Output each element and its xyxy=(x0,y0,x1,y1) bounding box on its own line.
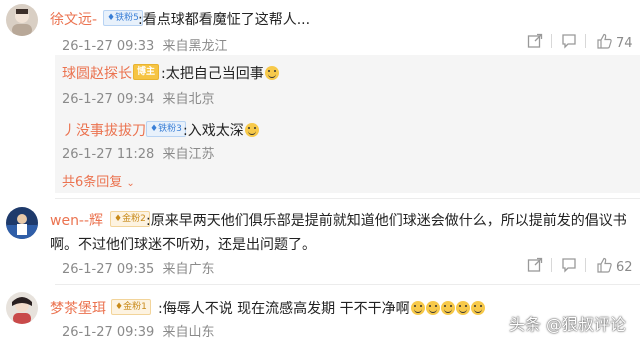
gold-fan-badge: ♦金粉1 xyxy=(111,299,151,315)
comment-username[interactable]: wen--辉 xyxy=(50,210,103,230)
avatar[interactable] xyxy=(6,292,38,324)
like-icon[interactable] xyxy=(596,33,612,49)
chevron-down-icon: ⌄ xyxy=(126,178,135,189)
reply-location: 来自北京 xyxy=(162,92,215,107)
comment-text: 啊。不过他们球迷不听劝，还是出问题了。 xyxy=(50,237,316,253)
badge-label: 铁粉3 xyxy=(158,124,182,134)
reply-text-content: :入戏太深 xyxy=(183,123,244,139)
smile-emoji-icon xyxy=(470,301,485,315)
divider xyxy=(585,258,586,272)
comment-username[interactable]: 梦茶堡珥 xyxy=(50,298,106,318)
comment-text: :侮辱人不说 现在流感高发期 干不干净啊 xyxy=(158,298,485,318)
comment-location: 来自广东 xyxy=(162,262,215,277)
reply-time: 26-1-27 11:28 xyxy=(62,147,155,162)
divider xyxy=(585,34,586,48)
comment-meta: 26-1-27 09:39 来自山东 xyxy=(62,321,215,340)
comment-location: 来自黑龙江 xyxy=(162,39,228,54)
badge-label: 金粉2 xyxy=(122,214,146,224)
comment-time: 26-1-27 09:35 xyxy=(62,262,155,277)
reply-meta: 26-1-27 09:34 来自北京 xyxy=(62,88,215,107)
comment-icon[interactable] xyxy=(561,257,577,273)
divider xyxy=(55,284,640,285)
reply-meta: 26-1-27 11:28 来自江苏 xyxy=(62,143,215,162)
divider xyxy=(551,34,552,48)
comment-icon[interactable] xyxy=(561,33,577,49)
comment-meta: 26-1-27 09:35 来自广东 xyxy=(62,258,215,277)
smile-emoji-icon xyxy=(244,123,259,137)
reply-text-content: :太把自己当回事 xyxy=(161,66,264,82)
smile-emoji-icon xyxy=(410,301,425,315)
smile-emoji-icon xyxy=(425,301,440,315)
reply-box: 球圆赵探长 博主 :太把自己当回事 26-1-27 09:34 来自北京 丿没事… xyxy=(55,55,640,193)
host-badge: 博主 xyxy=(133,64,160,80)
smile-emoji-icon xyxy=(264,66,279,80)
like-icon[interactable] xyxy=(596,257,612,273)
comment-text-content: :侮辱人不说 现在流感高发期 干不干净啊 xyxy=(158,301,410,317)
fan-badge-icon: ♦ xyxy=(114,214,123,224)
fan-badge-icon: ♦ xyxy=(150,124,159,134)
gold-fan-badge: ♦金粉2 xyxy=(110,211,150,227)
comment-time: 26-1-27 09:33 xyxy=(62,39,155,54)
reply-text: :入戏太深 xyxy=(183,120,259,140)
comment-text: :原来早两天他们俱乐部是提前就知道他们球迷会做什么，所以提前发的倡议书 xyxy=(146,213,627,229)
divider xyxy=(55,198,640,199)
badge-label: 金粉1 xyxy=(123,302,147,312)
share-icon[interactable] xyxy=(527,257,543,273)
smile-emoji-icon xyxy=(440,301,455,315)
reply-text: :太把自己当回事 xyxy=(161,63,279,83)
reply-username[interactable]: 球圆赵探长 xyxy=(62,63,132,83)
watermark: 头条 @狠叔评论 xyxy=(508,315,626,334)
comment-text: :看点球都看魔怔了这帮人... xyxy=(138,12,311,28)
like-count: 74 xyxy=(616,36,633,51)
fan-badge-icon: ♦ xyxy=(115,302,124,312)
reply-username[interactable]: 丿没事拔拔刀 xyxy=(62,120,146,140)
reply-time: 26-1-27 09:34 xyxy=(62,92,155,107)
badge-label: 铁粉5 xyxy=(115,13,139,23)
fan-badge: ♦铁粉3 xyxy=(146,121,186,137)
reply-location: 来自江苏 xyxy=(162,147,215,162)
more-replies-label: 共6条回复 xyxy=(62,175,123,190)
avatar[interactable] xyxy=(6,4,38,36)
like-count: 62 xyxy=(616,260,633,275)
fan-badge: ♦铁粉5 xyxy=(103,10,143,26)
divider xyxy=(551,258,552,272)
more-replies-link[interactable]: 共6条回复 ⌄ xyxy=(62,171,135,190)
smile-emoji-icon xyxy=(455,301,470,315)
fan-badge-icon: ♦ xyxy=(107,13,116,23)
comment-username[interactable]: 徐文远- xyxy=(50,9,97,29)
comment-meta: 26-1-27 09:33 来自黑龙江 xyxy=(62,35,228,54)
share-icon[interactable] xyxy=(527,33,543,49)
avatar[interactable] xyxy=(6,207,38,239)
comment-location: 来自山东 xyxy=(162,325,215,340)
comment-time: 26-1-27 09:39 xyxy=(62,325,155,340)
